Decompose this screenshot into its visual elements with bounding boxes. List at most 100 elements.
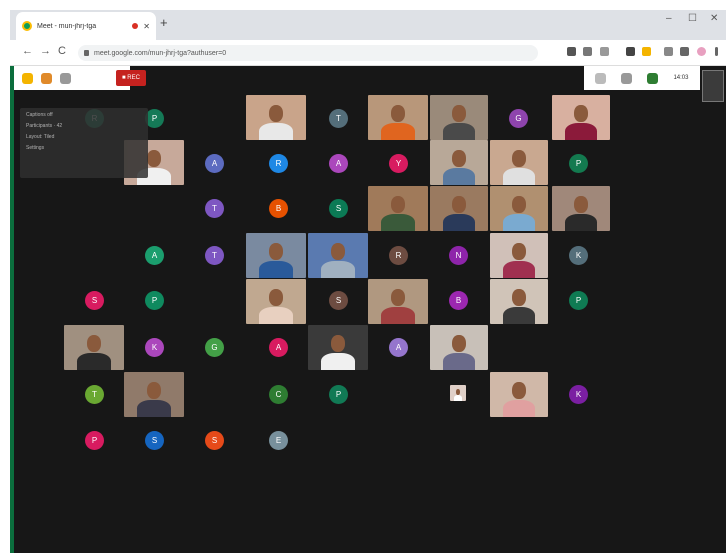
chat-icon[interactable] (647, 72, 659, 84)
menu-icon[interactable] (715, 47, 718, 56)
participant-video-tile[interactable] (490, 186, 548, 231)
participant-avatar[interactable]: B (269, 199, 288, 218)
participant-video-tile[interactable] (430, 140, 488, 185)
star-icon[interactable] (600, 47, 609, 56)
participant-video-tile[interactable] (430, 95, 488, 140)
participant-avatar[interactable]: N (449, 246, 468, 265)
participant-video-tile[interactable] (308, 325, 368, 370)
participant-avatar[interactable]: K (145, 338, 164, 357)
participant-video-tile[interactable] (368, 95, 428, 140)
participant-face (390, 104, 406, 122)
cast-icon[interactable] (567, 47, 576, 56)
tab-close-icon[interactable]: ✕ (143, 22, 150, 31)
raise-hand-icon[interactable] (22, 72, 33, 84)
participant-avatar[interactable]: K (569, 246, 588, 265)
participant-face (390, 288, 406, 306)
participant-body (321, 260, 355, 278)
participant-video-tile[interactable] (552, 186, 610, 231)
extension-icon[interactable] (642, 47, 651, 56)
participant-avatar[interactable]: Y (389, 154, 408, 173)
participant-face (390, 195, 406, 213)
participant-video-tile[interactable] (64, 325, 124, 370)
participant-avatar[interactable]: G (205, 338, 224, 357)
url-text: meet.google.com/mun-jhrj-tga?authuser=0 (94, 49, 227, 57)
participant-avatar[interactable]: G (509, 109, 528, 128)
participant-video-tile[interactable] (490, 372, 548, 417)
participant-face (574, 104, 588, 122)
profile-avatar-icon[interactable] (697, 47, 706, 56)
maximize-button[interactable]: ☐ (688, 13, 697, 24)
self-view-tile[interactable] (702, 70, 724, 102)
participant-face (512, 381, 526, 399)
participant-avatar[interactable]: T (205, 246, 224, 265)
popup-line[interactable]: Layout: Tiled (26, 134, 142, 140)
info-icon[interactable] (595, 72, 607, 84)
participant-avatar[interactable]: S (205, 431, 224, 450)
participant-video-tile[interactable] (246, 95, 306, 140)
participant-avatar[interactable]: C (269, 385, 288, 404)
participant-video-tile[interactable] (430, 325, 488, 370)
people-icon[interactable] (621, 72, 633, 84)
participant-avatar[interactable]: A (269, 338, 288, 357)
popup-line[interactable]: Participants · 42 (26, 123, 142, 129)
participant-video-tile[interactable] (552, 95, 610, 140)
participant-avatar[interactable]: P (569, 291, 588, 310)
close-window-button[interactable]: ✕ (710, 13, 718, 24)
more-icon[interactable] (60, 72, 71, 84)
participant-video-tile[interactable] (368, 279, 428, 324)
participant-avatar[interactable]: A (389, 338, 408, 357)
back-button[interactable]: ← (22, 45, 33, 57)
participant-video-tile[interactable] (490, 233, 548, 278)
participant-avatar[interactable]: P (145, 291, 164, 310)
popup-line[interactable]: Settings (26, 145, 142, 151)
participant-avatar[interactable]: S (329, 291, 348, 310)
participant-video-tile[interactable] (450, 385, 466, 401)
participant-body (259, 306, 293, 324)
participant-body (502, 260, 536, 278)
participant-video-tile[interactable] (490, 279, 548, 324)
new-tab-button[interactable]: + (160, 16, 168, 30)
participant-avatar[interactable]: S (145, 431, 164, 450)
participant-avatar[interactable]: A (205, 154, 224, 173)
browser-tab[interactable]: Meet - mun-jhrj-tga ✕ (16, 12, 156, 40)
participant-video-tile[interactable] (124, 372, 184, 417)
minimize-button[interactable]: – (666, 13, 672, 24)
participant-avatar[interactable]: A (145, 246, 164, 265)
participant-video-tile[interactable] (308, 233, 368, 278)
participant-avatar[interactable]: R (269, 154, 288, 173)
participant-avatar[interactable]: K (569, 385, 588, 404)
extension-icon[interactable] (680, 47, 689, 56)
forward-button[interactable]: → (40, 45, 51, 57)
participant-avatar[interactable]: S (85, 291, 104, 310)
participant-video-tile[interactable] (246, 233, 306, 278)
participant-video-tile[interactable] (430, 186, 488, 231)
participant-avatar[interactable]: R (389, 246, 408, 265)
address-bar[interactable]: meet.google.com/mun-jhrj-tga?authuser=0 (78, 45, 538, 61)
participant-body (564, 213, 598, 231)
extension-icon[interactable] (664, 47, 673, 56)
participant-avatar[interactable]: P (329, 385, 348, 404)
participant-avatar[interactable]: P (85, 431, 104, 450)
popup-line[interactable]: Captions off (26, 112, 142, 118)
participant-face (512, 195, 526, 213)
participant-body (137, 399, 171, 417)
participant-video-tile[interactable] (490, 140, 548, 185)
participant-video-tile[interactable] (246, 279, 306, 324)
participant-avatar[interactable]: B (449, 291, 468, 310)
participant-body (381, 213, 415, 231)
participant-avatar[interactable]: T (205, 199, 224, 218)
extension-icon[interactable] (626, 47, 635, 56)
participant-avatar[interactable]: T (329, 109, 348, 128)
participant-body (502, 399, 536, 417)
participant-face (330, 334, 346, 352)
participant-avatar[interactable]: S (329, 199, 348, 218)
stop-recording-button[interactable]: ■ REC (116, 70, 146, 86)
participant-avatar[interactable]: P (569, 154, 588, 173)
participant-avatar[interactable]: E (269, 431, 288, 450)
participant-avatar[interactable]: T (85, 385, 104, 404)
zoom-icon[interactable] (583, 47, 592, 56)
reload-button[interactable]: C (58, 45, 66, 57)
hand-icon[interactable] (41, 72, 52, 84)
participant-avatar[interactable]: A (329, 154, 348, 173)
participant-video-tile[interactable] (368, 186, 428, 231)
